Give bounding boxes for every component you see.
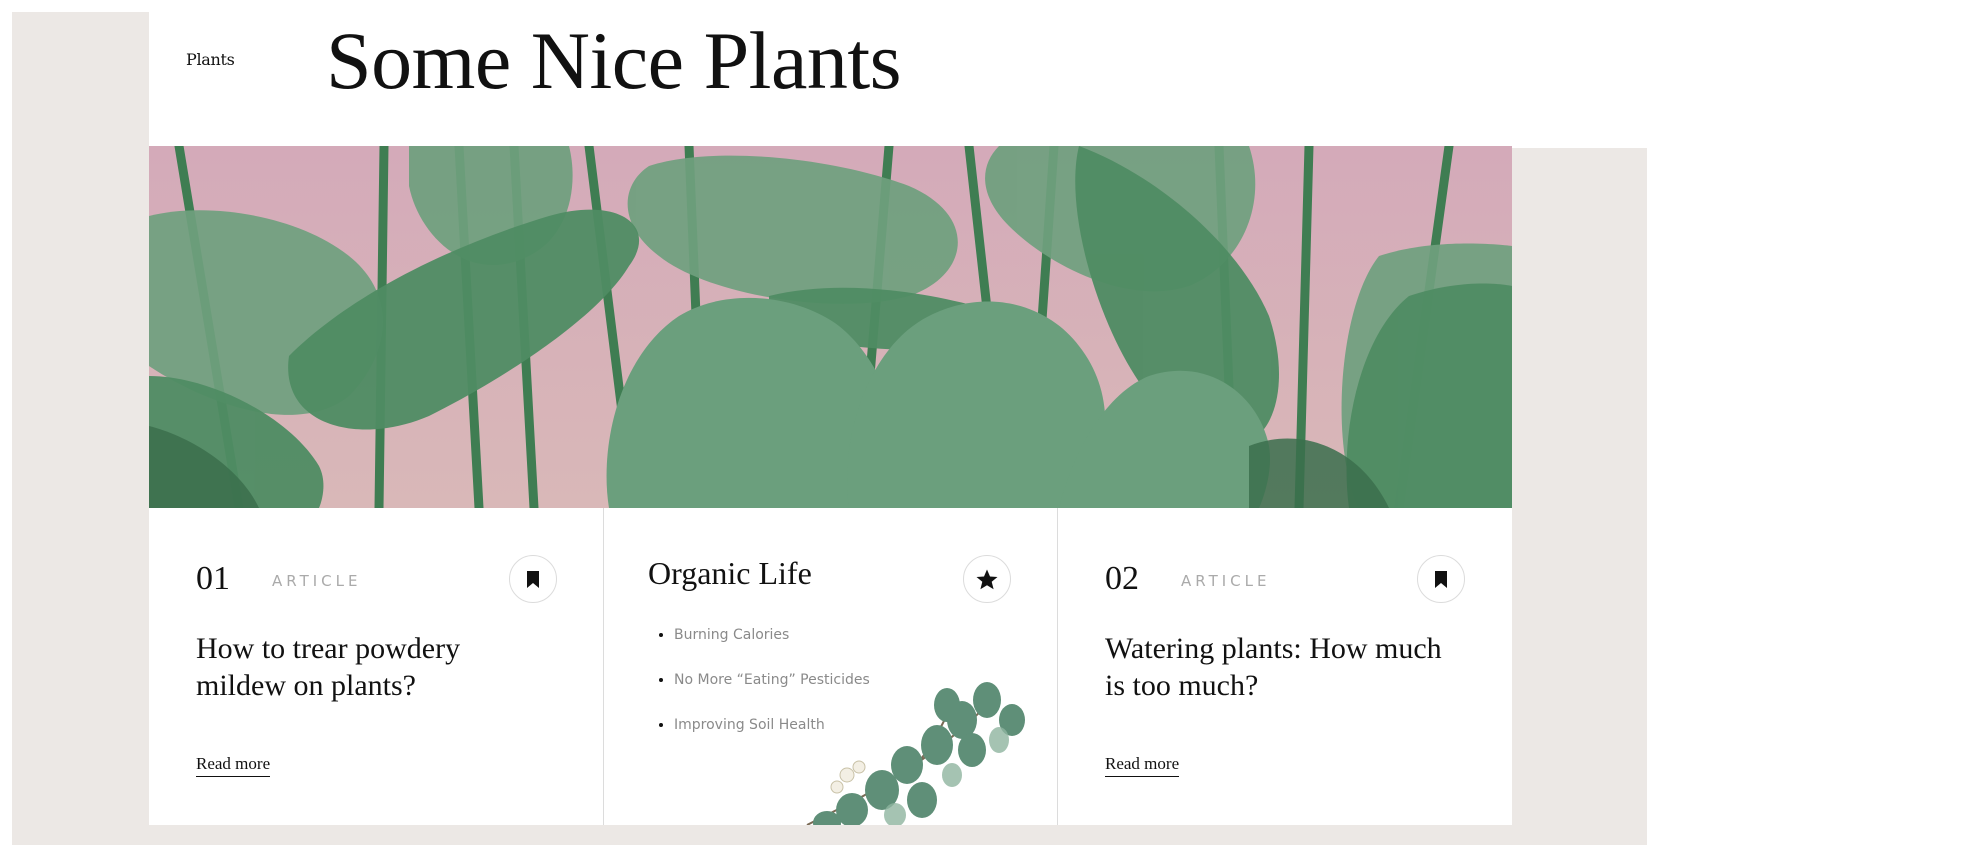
eucalyptus-image — [806, 682, 1025, 825]
cards-row: 01 ARTICLE How to trear powdery mildew o… — [149, 508, 1512, 825]
article-title: Watering plants: How much is too much? — [1105, 632, 1442, 702]
hero-image — [149, 146, 1512, 508]
article-number: 01 — [196, 560, 230, 597]
list-item: Burning Calories — [674, 626, 870, 645]
page: Plants Some Nice Plants 01 ARTICLE How t… — [0, 0, 1966, 852]
site-header: Plants Some Nice Plants — [149, 12, 1512, 146]
bookmark-icon — [1435, 570, 1447, 588]
article-kind: ARTICLE — [272, 572, 362, 590]
backdrop-panel — [12, 825, 1647, 845]
page-title: Some Nice Plants — [326, 15, 902, 106]
article-card: 01 ARTICLE How to trear powdery mildew o… — [149, 508, 603, 825]
backdrop-panel — [12, 12, 149, 845]
feature-card: Organic Life Burning Calories No More “E… — [603, 508, 1057, 825]
bookmark-button[interactable] — [509, 555, 557, 603]
article-title: How to trear powdery mildew on plants? — [196, 632, 461, 702]
article-card: 02 ARTICLE Watering plants: How much is … — [1057, 508, 1511, 825]
bookmark-button[interactable] — [1417, 555, 1465, 603]
article-number: 02 — [1105, 560, 1139, 597]
bookmark-icon — [527, 570, 539, 588]
backdrop-panel — [1512, 148, 1647, 845]
brand-link[interactable]: Plants — [186, 50, 235, 69]
favorite-button[interactable] — [963, 555, 1011, 603]
read-more-link[interactable]: Read more — [196, 754, 271, 777]
feature-title: Organic Life — [648, 555, 812, 591]
read-more-link[interactable]: Read more — [1105, 754, 1180, 777]
article-kind: ARTICLE — [1181, 572, 1271, 590]
star-icon — [976, 569, 998, 589]
